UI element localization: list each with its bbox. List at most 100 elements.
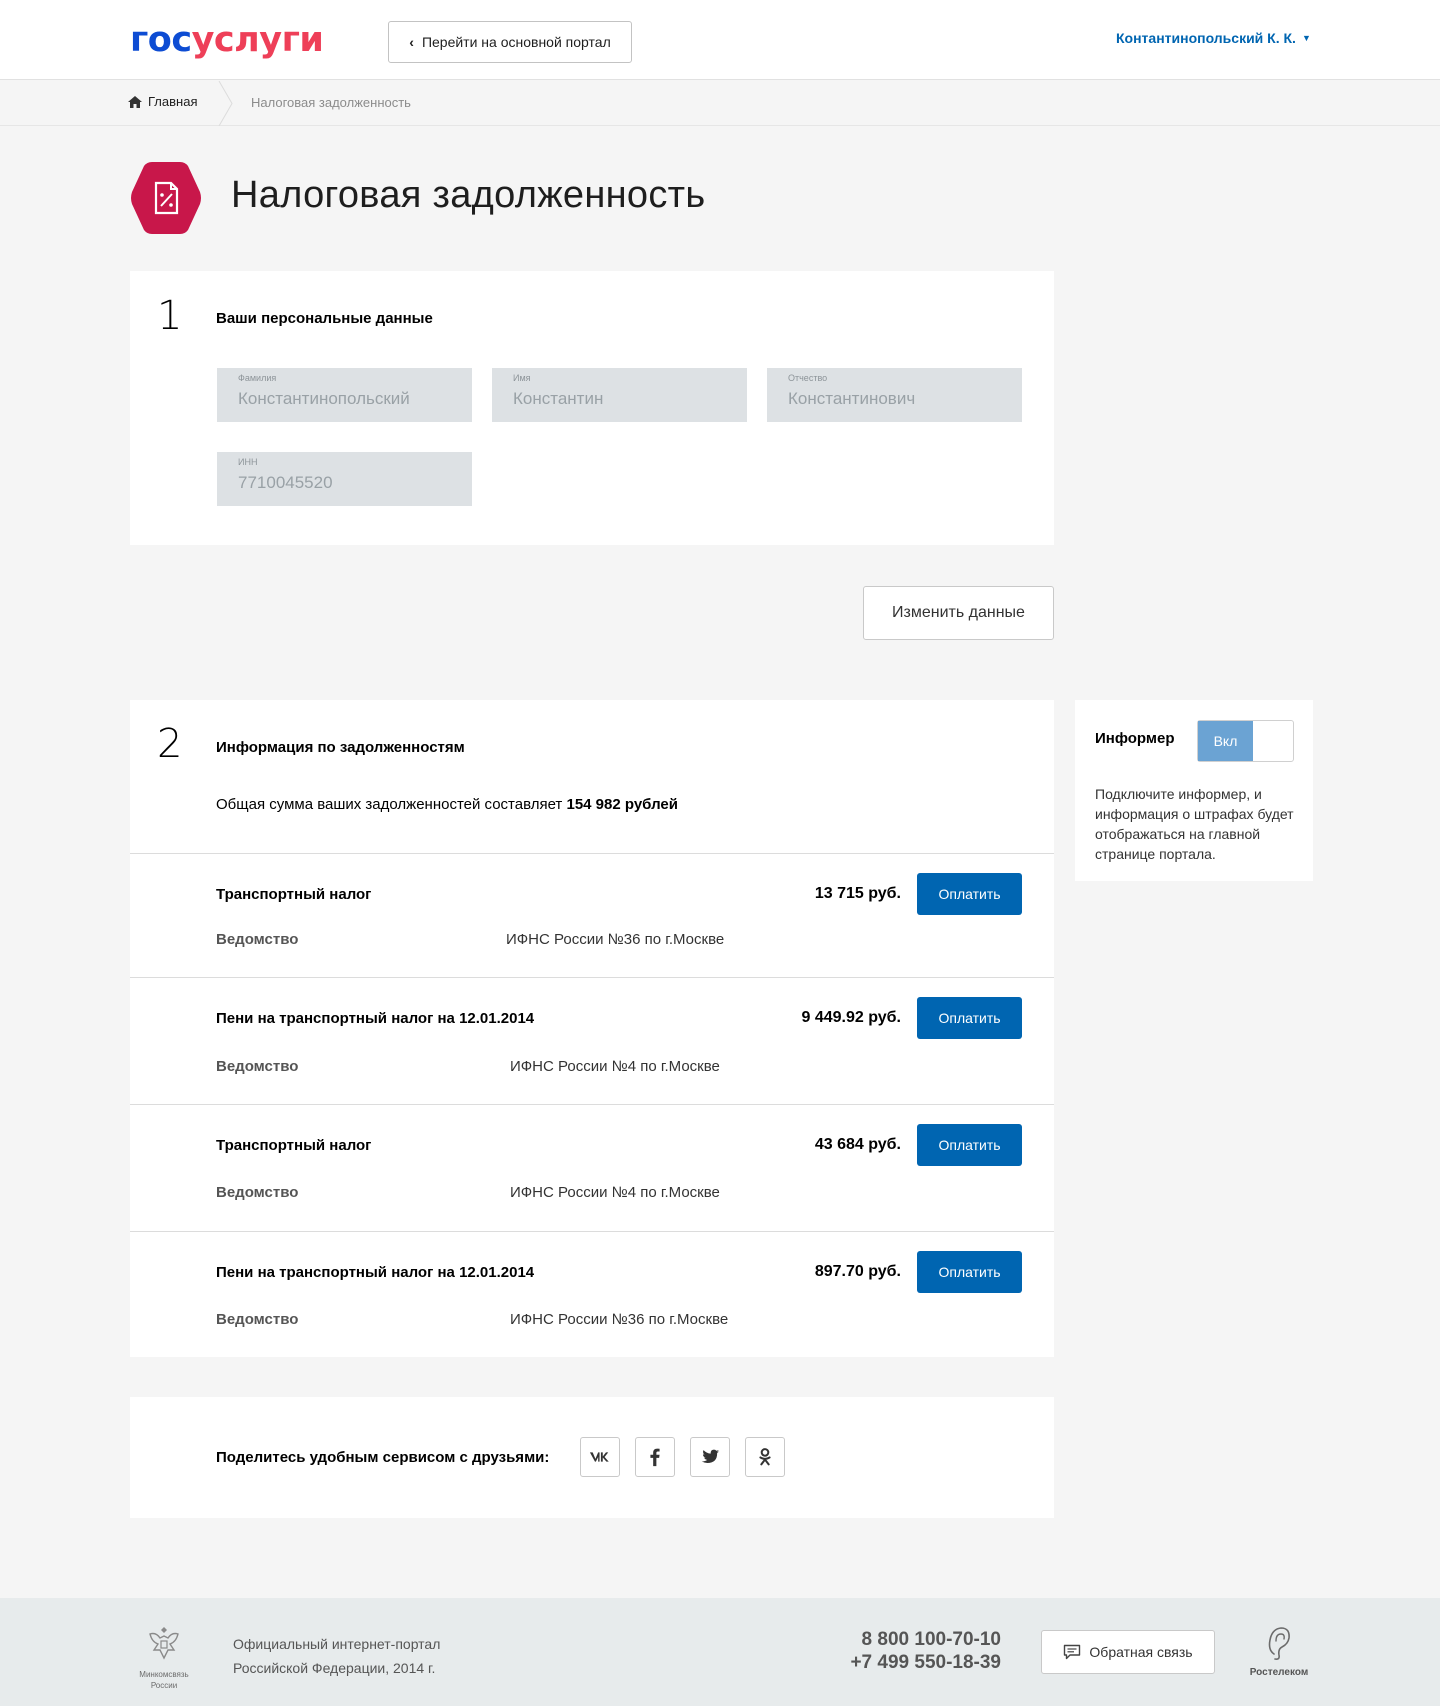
portal-info-line1: Официальный интернет-портал xyxy=(233,1636,441,1652)
phone-moscow[interactable]: +7 499 550-18-39 xyxy=(850,1651,1001,1674)
ministry-name: Минкомсвязь России xyxy=(139,1670,189,1690)
chat-bubble-icon xyxy=(1064,1644,1081,1660)
odnoklassniki-icon xyxy=(759,1448,771,1466)
first-name-label: Имя xyxy=(513,373,531,383)
site-footer: Минкомсвязь России Официальный интернет-… xyxy=(0,1598,1440,1706)
debts-card: 2 Информация по задолженностям Общая сум… xyxy=(130,700,1054,1357)
debt-title: Транспортный налог xyxy=(216,886,372,903)
debt-row: Транспортный налог 43 684 руб. Оплатить … xyxy=(130,1104,1054,1231)
department-label: Ведомство xyxy=(216,1311,299,1328)
debt-amount: 897.70 руб. xyxy=(814,1263,901,1280)
inn-label: ИНН xyxy=(238,457,258,467)
pay-button[interactable]: Оплатить xyxy=(917,997,1022,1039)
vk-icon xyxy=(589,1452,609,1462)
breadcrumb-current: Налоговая задолженность xyxy=(251,95,411,110)
pay-button-label: Оплатить xyxy=(938,1137,1001,1153)
total-debt-prefix: Общая сумма ваших задолженностей составл… xyxy=(216,796,563,813)
logo-text-part2: услуги xyxy=(191,20,324,60)
rostelecom-logo: Ростелеком xyxy=(1244,1624,1314,1678)
total-debt-amount: 154 982 рублей xyxy=(566,796,678,813)
informer-toggle[interactable]: Вкл xyxy=(1197,720,1294,762)
pay-button[interactable]: Оплатить xyxy=(917,1124,1022,1166)
portal-info-line2: Российской Федерации, 2014 г. xyxy=(233,1660,436,1676)
debt-title: Пени на транспортный налог на 12.01.2014 xyxy=(216,1010,535,1027)
phone-free[interactable]: 8 800 100-70-10 xyxy=(850,1628,1001,1651)
patronymic-field[interactable]: Отчество Константинович xyxy=(767,368,1022,422)
caret-down-icon: ▼ xyxy=(1301,33,1311,43)
facebook-icon xyxy=(650,1448,660,1467)
department-label: Ведомство xyxy=(216,1058,299,1075)
debt-amount: 43 684 руб. xyxy=(814,1136,901,1153)
pay-button-label: Оплатить xyxy=(938,1010,1001,1026)
site-header: госуслуги ‹ Перейти на основной портал К… xyxy=(0,0,1440,80)
debt-row: Пени на транспортный налог на 12.01.2014… xyxy=(130,1231,1054,1357)
inn-field[interactable]: ИНН 7710045520 xyxy=(217,452,472,506)
edit-data-button[interactable]: Изменить данные xyxy=(863,586,1054,640)
odnoklassniki-share-button[interactable] xyxy=(745,1437,785,1477)
rostelecom-ear-icon xyxy=(1268,1627,1290,1660)
user-name: Контантинопольский К. К. xyxy=(1116,30,1296,46)
department-value: ИФНС России №36 по г.Москве xyxy=(506,931,725,948)
breadcrumb-separator xyxy=(218,81,233,126)
patronymic-label: Отчество xyxy=(788,373,828,383)
coat-of-arms-icon xyxy=(149,1627,179,1660)
home-icon xyxy=(128,95,142,108)
operator-name: Ростелеком xyxy=(1249,1667,1309,1678)
personal-data-heading: Ваши персональные данные xyxy=(216,310,433,327)
department-label: Ведомство xyxy=(216,931,299,948)
facebook-share-button[interactable] xyxy=(635,1437,675,1477)
gosuslugi-logo[interactable]: госуслуги xyxy=(130,18,324,62)
main-portal-button[interactable]: ‹ Перейти на основной портал xyxy=(388,21,632,63)
department-label: Ведомство xyxy=(216,1184,299,1201)
ministry-logo: Минкомсвязь России xyxy=(132,1624,196,1691)
department-value: ИФНС России №4 по г.Москве xyxy=(510,1184,720,1201)
first-name-field[interactable]: Имя Константин xyxy=(492,368,747,422)
pay-button-label: Оплатить xyxy=(938,1264,1001,1280)
chevron-left-icon: ‹ xyxy=(409,34,414,50)
debt-row: Пени на транспортный налог на 12.01.2014… xyxy=(130,977,1054,1105)
debt-title: Транспортный налог xyxy=(216,1137,372,1154)
vk-share-button[interactable] xyxy=(580,1437,620,1477)
breadcrumb-home[interactable]: Главная xyxy=(128,94,197,109)
user-menu[interactable]: Контантинопольский К. К. ▼ xyxy=(1116,30,1311,46)
feedback-button[interactable]: Обратная связь xyxy=(1041,1630,1215,1674)
surname-value: Константинопольский xyxy=(238,389,410,408)
logo-text-part1: гос xyxy=(130,20,192,60)
share-label: Поделитесь удобным сервисом с друзьями: xyxy=(216,1449,550,1466)
informer-description: Подключите информер, и информация о штра… xyxy=(1095,786,1294,862)
breadcrumb-home-label: Главная xyxy=(148,94,198,109)
informer-toggle-on: Вкл xyxy=(1198,721,1253,761)
debt-row: Транспортный налог 13 715 руб. Оплатить … xyxy=(130,853,1054,978)
department-value: ИФНС России №36 по г.Москве xyxy=(510,1311,729,1328)
pay-button-label: Оплатить xyxy=(938,886,1001,902)
breadcrumb: Главная Налоговая задолженность xyxy=(0,81,1440,126)
share-card: Поделитесь удобным сервисом с друзьями: xyxy=(130,1397,1054,1518)
department-value: ИФНС России №4 по г.Москве xyxy=(510,1058,720,1075)
debt-amount: 9 449.92 руб. xyxy=(801,1009,901,1026)
informer-title: Информер xyxy=(1095,730,1175,747)
step-number: 1 xyxy=(157,293,183,339)
tax-service-icon xyxy=(131,162,201,234)
support-phones: 8 800 100-70-10 +7 499 550-18-39 xyxy=(850,1628,1001,1674)
debts-heading: Информация по задолженностям xyxy=(216,739,465,756)
twitter-share-button[interactable] xyxy=(690,1437,730,1477)
pay-button[interactable]: Оплатить xyxy=(917,873,1022,915)
main-portal-button-label: Перейти на основной портал xyxy=(421,34,611,50)
debt-amount: 13 715 руб. xyxy=(814,885,901,902)
inn-value: 7710045520 xyxy=(238,473,333,492)
step-number: 2 xyxy=(157,721,183,767)
patronymic-value: Константинович xyxy=(788,389,916,408)
twitter-icon xyxy=(701,1449,720,1463)
page-title: Налоговая задолженность xyxy=(231,174,706,216)
informer-card: Информер Вкл Подключите информер, и инфо… xyxy=(1075,700,1313,881)
total-debt-line: Общая сумма ваших задолженностей составл… xyxy=(216,796,678,813)
surname-field[interactable]: Фамилия Константинопольский xyxy=(217,368,472,422)
feedback-button-label: Обратная связь xyxy=(1089,1644,1193,1660)
debt-title: Пени на транспортный налог на 12.01.2014 xyxy=(216,1264,535,1281)
portal-info: Официальный интернет-портал Российской Ф… xyxy=(233,1632,440,1680)
pay-button[interactable]: Оплатить xyxy=(917,1251,1022,1293)
personal-data-card: 1 Ваши персональные данные Фамилия Конст… xyxy=(130,271,1054,545)
edit-data-button-label: Изменить данные xyxy=(892,604,1025,621)
surname-label: Фамилия xyxy=(238,373,277,383)
first-name-value: Константин xyxy=(513,389,604,408)
